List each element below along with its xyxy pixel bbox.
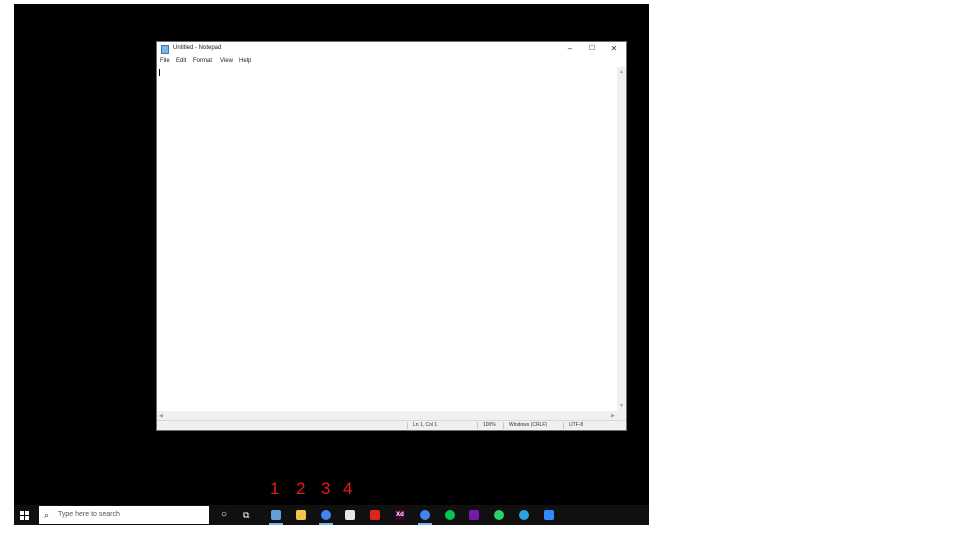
menu-bar: File Edit Format View Help [157,57,626,67]
annotation-number-4: 4 [343,479,353,498]
whatsapp-icon [494,510,505,520]
taskbar-app-acrobat[interactable] [368,508,382,522]
acrobat-icon [370,510,381,520]
zoom-icon [543,510,554,520]
scroll-up-icon[interactable]: ▲ [619,69,624,75]
taskbar-app-zoom[interactable] [542,508,556,522]
chrome-icon [320,510,331,520]
taskbar-app-notepad[interactable] [269,508,283,525]
active-indicator [269,523,283,525]
search-placeholder: Type here to search [58,511,120,518]
vertical-scrollbar[interactable]: ▲ ▼ [617,67,626,411]
status-separator [407,422,408,429]
notepad-icon [271,510,281,520]
scrollbar-corner [617,411,626,420]
windows-start-icon[interactable] [20,511,29,520]
status-separator [503,422,504,429]
taskbar-app-whatsapp[interactable] [492,508,506,522]
text-editor[interactable] [157,67,617,411]
file-explorer-icon [295,510,306,520]
horizontal-scrollbar[interactable]: ◀ ▶ [157,411,617,420]
scroll-left-icon[interactable]: ◀ [159,413,163,419]
status-separator [477,422,478,429]
menu-help[interactable]: Help [239,58,251,64]
taskbar-app-adobe-xd[interactable]: Xd [393,508,407,522]
taskbar-app-chrome[interactable] [318,508,333,525]
menu-view[interactable]: View [220,58,233,64]
notepad-icon [161,45,169,54]
annotation-number-1: 1 [270,479,280,498]
search-icon: ⌕ [44,510,50,520]
task-view-icon[interactable]: ⧉ [243,508,249,522]
notepad-window: Untitled - Notepad – ☐ ✕ File Edit Forma… [156,41,627,431]
status-position: Ln 1, Col 1 [413,422,438,428]
taskbar-app-line[interactable] [443,508,457,522]
status-encoding: UTF-8 [569,422,584,428]
annotation-number-2: 2 [296,479,306,498]
menu-format[interactable]: Format [193,58,212,64]
telegram-icon [519,510,529,520]
text-caret [159,69,160,76]
close-button[interactable]: ✕ [604,43,624,55]
adobe-xd-icon: Xd [395,510,405,520]
menu-edit[interactable]: Edit [176,58,186,64]
window-title: Untitled - Notepad [173,45,222,51]
taskbar-app-onenote[interactable] [467,508,481,522]
taskbar-search-box[interactable]: ⌕ Type here to search [39,506,209,524]
status-separator [563,422,564,429]
active-indicator [417,523,432,525]
paint-icon [345,510,356,520]
line-icon [444,510,455,520]
status-bar: Ln 1, Col 1 100% Windows (CRLF) UTF-8 [157,420,626,430]
chrome-2-icon [419,510,430,520]
active-indicator [318,523,333,525]
title-bar[interactable]: Untitled - Notepad – ☐ ✕ [157,42,626,57]
maximize-button[interactable]: ☐ [582,43,602,55]
taskbar-app-file-explorer[interactable] [294,508,308,522]
onenote-icon [469,510,480,520]
annotation-number-3: 3 [321,479,331,498]
status-line-ending: Windows (CRLF) [509,422,548,428]
cortana-icon[interactable]: ○ [221,508,227,522]
scroll-down-icon[interactable]: ▼ [619,403,624,409]
taskbar-app-telegram[interactable] [517,508,531,522]
minimize-button[interactable]: – [560,43,580,55]
taskbar: ⌕ Type here to search ○ ⧉ Xd [14,505,649,525]
menu-file[interactable]: File [160,58,170,64]
status-zoom: 100% [483,422,496,428]
scroll-right-icon[interactable]: ▶ [611,413,615,419]
taskbar-app-paint[interactable] [343,508,357,522]
taskbar-app-chrome-2[interactable] [417,508,432,525]
